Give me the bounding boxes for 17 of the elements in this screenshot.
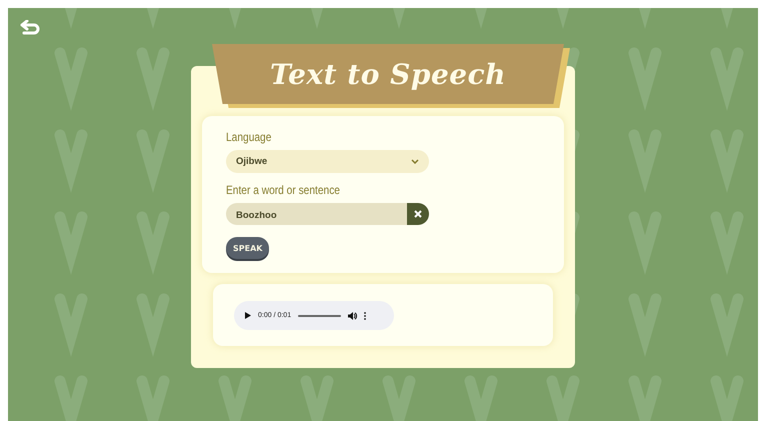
- clear-button[interactable]: [407, 203, 429, 225]
- page-title: Text to Speech: [270, 58, 506, 90]
- play-button[interactable]: [245, 312, 251, 319]
- chevron-down-icon: [411, 159, 419, 164]
- back-button[interactable]: [20, 20, 41, 36]
- text-input-field[interactable]: Boozhoo: [226, 203, 407, 225]
- play-icon: [245, 312, 251, 319]
- volume-icon: [348, 312, 358, 320]
- language-label: Language: [226, 130, 272, 144]
- more-vertical-icon: [364, 312, 366, 320]
- speak-button[interactable]: SPEAK: [226, 237, 270, 259]
- back-arrow-icon: [20, 20, 41, 36]
- language-select[interactable]: Ojibwe: [226, 150, 429, 173]
- close-icon: [414, 210, 422, 218]
- entry-label: Enter a word or sentence: [226, 183, 340, 197]
- more-options-button[interactable]: [364, 312, 366, 320]
- volume-button[interactable]: [348, 312, 358, 320]
